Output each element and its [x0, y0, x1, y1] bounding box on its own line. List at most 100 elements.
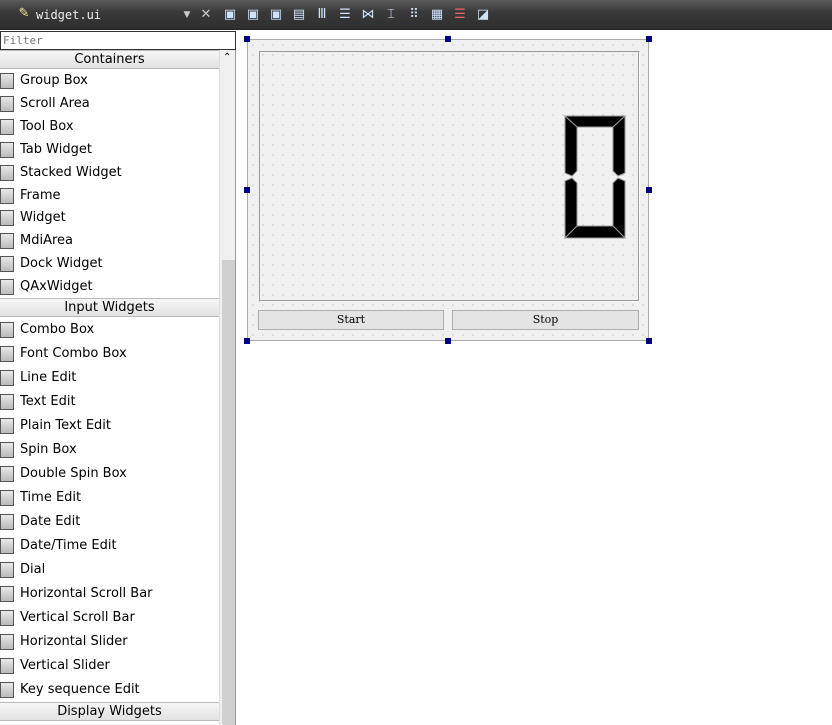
widget-item[interactable]: Horizontal Slider	[0, 630, 219, 654]
widget-item-label: Widget	[20, 210, 66, 226]
layout-form-icon[interactable]: ⠿	[406, 7, 422, 23]
widget-icon	[0, 118, 14, 135]
widget-item-label: Time Edit	[20, 490, 82, 505]
widget-icon	[0, 394, 14, 410]
widget-item-label: Key sequence Edit	[20, 682, 140, 697]
start-button[interactable]: Start	[258, 310, 444, 330]
widget-item[interactable]: Line Edit	[0, 366, 219, 390]
widget-item[interactable]: Text Edit	[0, 390, 219, 414]
scroll-up-icon[interactable]: ⌃	[223, 52, 231, 63]
widget-item-label: Scroll Area	[20, 95, 90, 111]
resize-handle[interactable]	[646, 338, 652, 344]
adjust-size-icon[interactable]: ◪	[475, 7, 491, 23]
widget-item[interactable]: Dial	[0, 558, 219, 582]
widget-item[interactable]: Time Edit	[0, 486, 219, 510]
filter-input[interactable]	[0, 31, 236, 50]
widget-item[interactable]: Stacked Widget	[0, 161, 219, 185]
widget-item[interactable]: Plain Text Edit	[0, 414, 219, 438]
splitter-horizontal-icon[interactable]: ⋈	[360, 7, 376, 23]
widget-item[interactable]: Vertical Scroll Bar	[0, 606, 219, 630]
layout-grid-icon[interactable]: ▦	[429, 7, 445, 23]
widget-item[interactable]: QAxWidget	[0, 275, 219, 299]
widget-icon	[0, 233, 14, 250]
widget-item[interactable]: Date Edit	[0, 510, 219, 534]
widget-item-label: Horizontal Scroll Bar	[20, 586, 153, 601]
widget-item[interactable]: Key sequence Edit	[0, 678, 219, 702]
widget-icon	[0, 586, 14, 602]
edit-buddies-icon[interactable]: ▣	[268, 7, 284, 23]
widget-item[interactable]: Vertical Slider	[0, 654, 219, 678]
widget-icon	[0, 322, 14, 338]
widget-icon	[0, 370, 14, 386]
widget-box: Containers Group Box Scroll Area Tool Box T…	[0, 50, 236, 725]
category-input-widgets[interactable]: Input Widgets	[0, 298, 219, 317]
splitter-vertical-icon[interactable]: ⌶	[383, 7, 399, 23]
widget-item-label: MdiArea	[20, 233, 73, 249]
widget-item[interactable]: Combo Box	[0, 318, 219, 342]
widget-item[interactable]: Double Spin Box	[0, 462, 219, 486]
widget-item[interactable]: Date/Time Edit	[0, 534, 219, 558]
resize-handle[interactable]	[646, 187, 652, 193]
widget-item-label: Date Edit	[20, 514, 81, 529]
close-icon[interactable]: ✕	[198, 7, 214, 23]
widget-icon	[0, 514, 14, 530]
resize-handle[interactable]	[445, 338, 451, 344]
widget-item-label: QAxWidget	[20, 279, 93, 295]
widget-icon	[0, 73, 14, 89]
file-name[interactable]: widget.ui	[36, 8, 101, 22]
widget-item[interactable]: Group Box	[0, 69, 219, 93]
break-layout-icon[interactable]: ☰	[452, 7, 468, 23]
scrollbar-thumb[interactable]	[222, 260, 235, 725]
edit-widgets-icon[interactable]: ▣	[222, 7, 238, 23]
resize-handle[interactable]	[445, 36, 451, 42]
widget-icon	[0, 610, 14, 626]
lcd-frame[interactable]: 0	[259, 51, 640, 302]
category-containers[interactable]: Containers	[0, 50, 219, 69]
widget-item[interactable]: Widget	[0, 206, 219, 230]
widget-icon	[0, 634, 14, 650]
edit-signals-icon[interactable]: ▣	[245, 7, 261, 23]
category-display-widgets[interactable]: Display Widgets	[0, 702, 219, 721]
layout-vertical-icon[interactable]: ☰	[337, 7, 353, 23]
widget-item-label: Dock Widget	[20, 256, 103, 272]
widget-item-label: Stacked Widget	[20, 164, 122, 180]
widget-icon	[0, 418, 14, 434]
widget-item[interactable]: Horizontal Scroll Bar	[0, 582, 219, 606]
scrollbar[interactable]: ⌃	[219, 50, 235, 725]
widget-icon	[0, 279, 14, 296]
widget-item[interactable]: Tab Widget	[0, 138, 219, 162]
edit-tab-order-icon[interactable]: ▤	[291, 7, 307, 23]
widget-item-label: Line Edit	[20, 370, 77, 385]
widget-icon	[0, 466, 14, 482]
resize-handle[interactable]	[244, 338, 250, 344]
chevron-down-icon[interactable]: ▼	[179, 7, 195, 23]
layout-horizontal-icon[interactable]: Ⅲ	[314, 7, 330, 23]
widget-item-label: Double Spin Box	[20, 466, 127, 481]
widget-item[interactable]: Frame	[0, 184, 219, 208]
widget-item-label: Plain Text Edit	[20, 418, 111, 433]
widget-item[interactable]: Dock Widget	[0, 252, 219, 276]
widget-icon	[0, 658, 14, 674]
stop-button[interactable]: Stop	[452, 310, 639, 330]
resize-handle[interactable]	[646, 36, 652, 42]
widget-icon	[0, 141, 14, 158]
resize-handle[interactable]	[244, 187, 250, 193]
widget-icon	[0, 187, 14, 204]
widget-item-label: Vertical Scroll Bar	[20, 610, 135, 625]
widget-icon	[0, 164, 14, 181]
widget-item[interactable]: Scroll Area	[0, 92, 219, 116]
widget-icon	[0, 210, 14, 227]
resize-handle[interactable]	[244, 36, 250, 42]
widget-item[interactable]: Tool Box	[0, 115, 219, 139]
widget-item[interactable]: MdiArea	[0, 229, 219, 253]
widget-item-label: Frame	[20, 187, 61, 203]
widget-item-label: Tool Box	[20, 118, 74, 134]
toolbar: ✎ widget.ui ▼ ✕ ▣ ▣ ▣ ▤ Ⅲ ☰ ⋈ ⌶ ⠿ ▦ ☰ ◪	[0, 0, 832, 30]
widget-icon	[0, 442, 14, 458]
widget-item-label: Horizontal Slider	[20, 634, 128, 649]
widget-icon	[0, 346, 14, 362]
widget-icon	[0, 562, 14, 578]
widget-item[interactable]: Spin Box	[0, 438, 219, 462]
form-widget[interactable]: 0 Start Stop	[247, 39, 649, 341]
widget-item[interactable]: Font Combo Box	[0, 342, 219, 366]
